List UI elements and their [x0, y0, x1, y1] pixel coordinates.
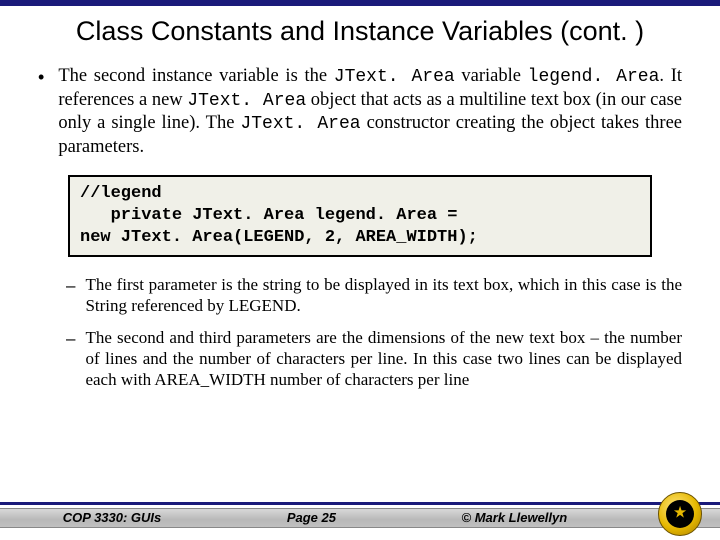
sub-bullet-text: The first parameter is the string to be … — [85, 275, 682, 316]
footer-page: Page 25 — [287, 510, 336, 525]
top-accent-bar — [0, 0, 720, 6]
sub-bullet: – The first parameter is the string to b… — [66, 275, 682, 316]
slide-title: Class Constants and Instance Variables (… — [20, 16, 700, 47]
code-line: private JText. Area legend. Area = — [80, 206, 457, 225]
slide: Class Constants and Instance Variables (… — [0, 0, 720, 540]
content-area: • The second instance variable is the JT… — [38, 65, 682, 391]
sub-bullet: – The second and third parameters are th… — [66, 328, 682, 390]
code-inline: JText. Area — [187, 91, 306, 111]
ucf-logo-icon: ★ — [658, 492, 702, 536]
dash-marker: – — [66, 329, 75, 349]
code-inline: JText. Area — [240, 114, 360, 134]
code-line: //legend — [80, 184, 162, 203]
main-bullet: • The second instance variable is the JT… — [38, 65, 682, 159]
footer-accent-line — [0, 502, 720, 505]
code-inline: legend. Area — [528, 67, 660, 87]
code-block: //legend private JText. Area legend. Are… — [68, 175, 652, 257]
footer-text-row: COP 3330: GUIs Page 25 © Mark Llewellyn — [0, 510, 630, 525]
bullet-marker: • — [38, 67, 44, 88]
code-line: new JText. Area(LEGEND, 2, AREA_WIDTH); — [80, 228, 478, 247]
code-inline: JText. Area — [334, 67, 455, 87]
dash-marker: – — [66, 276, 75, 296]
text-segment: The second instance variable is the — [58, 66, 333, 86]
footer-copyright: © Mark Llewellyn — [462, 510, 568, 525]
bullet-text: The second instance variable is the JTex… — [58, 65, 682, 159]
sub-bullet-text: The second and third parameters are the … — [85, 328, 682, 390]
text-segment: variable — [455, 66, 528, 86]
sub-bullet-list: – The first parameter is the string to b… — [66, 275, 682, 391]
footer: COP 3330: GUIs Page 25 © Mark Llewellyn … — [0, 496, 720, 540]
footer-course: COP 3330: GUIs — [63, 510, 162, 525]
